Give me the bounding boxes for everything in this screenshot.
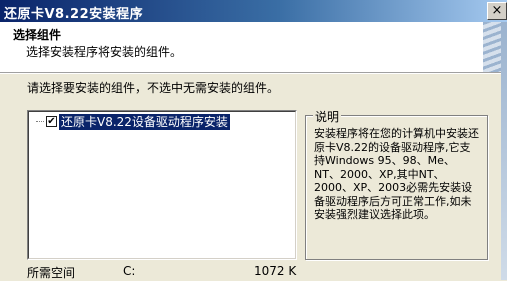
page-subtitle: 选择安装程序将安装的组件。 [26, 45, 183, 59]
instruction-text: 请选择要安装的组件，不选中无需安装的组件。 [27, 81, 280, 95]
header-divider [0, 73, 507, 74]
close-icon: × [491, 3, 503, 18]
title-bar: 还原卡V8.22安装程序 × [0, 0, 507, 22]
page-title: 选择组件 [13, 28, 62, 42]
description-title: 说明 [313, 108, 342, 125]
close-button[interactable]: × [487, 2, 507, 20]
description-group: 说明 安装程序将在您的计算机中安装还原卡V8.22的设备驱动程序,它支持Wind… [305, 108, 488, 260]
description-text: 安装程序将在您的计算机中安装还原卡V8.22的设备驱动程序,它支持Windows… [314, 127, 479, 221]
space-required-label: 所需空间 [27, 266, 76, 280]
tree-connector [36, 121, 44, 122]
component-label[interactable]: 还原卡V8.22设备驱动程序安装 [59, 114, 230, 130]
component-tree[interactable]: ✔ 还原卡V8.22设备驱动程序安装 [27, 110, 297, 260]
window-title: 还原卡V8.22安装程序 [4, 7, 144, 22]
background-window-edge [501, 22, 507, 280]
check-icon: ✔ [47, 116, 56, 127]
component-checkbox[interactable]: ✔ [46, 116, 57, 127]
space-size: 1072 K [254, 264, 297, 278]
wizard-header: 选择组件 选择安装程序将安装的组件。 [0, 22, 507, 73]
space-drive: C: [123, 264, 136, 278]
